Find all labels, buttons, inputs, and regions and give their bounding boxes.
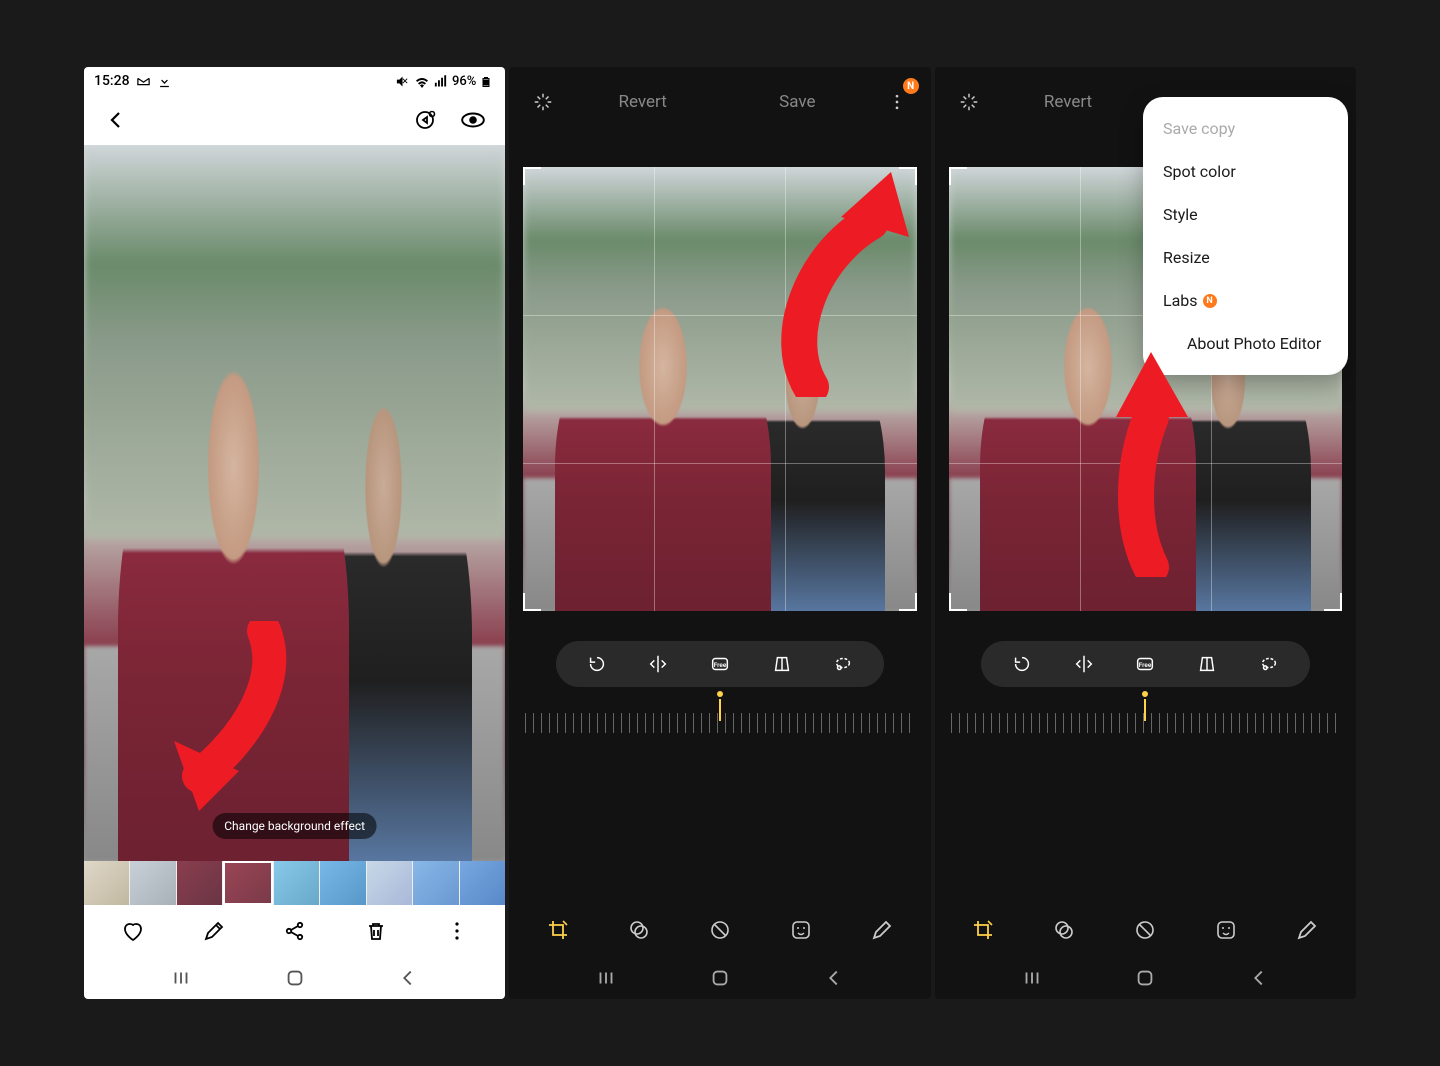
filters-tab[interactable] [623, 914, 655, 946]
status-bar: 15:28 96% [84, 67, 505, 95]
menu-about-label: About Photo Editor [1163, 334, 1321, 353]
aspect-ratio-tool[interactable]: Free [1130, 649, 1160, 679]
home-nav[interactable] [284, 967, 306, 989]
auto-enhance-button[interactable] [525, 84, 561, 120]
recents-nav[interactable] [1021, 967, 1043, 989]
revert-button[interactable]: Revert [569, 92, 716, 112]
status-time: 15:28 [94, 73, 130, 89]
stickers-tab[interactable] [1210, 914, 1242, 946]
editor-canvas[interactable] [523, 167, 916, 611]
lasso-tool[interactable] [828, 649, 858, 679]
thumbnail[interactable] [320, 861, 365, 905]
share-button[interactable] [277, 913, 313, 949]
thumbnail[interactable] [367, 861, 412, 905]
filters-tab[interactable] [1048, 914, 1080, 946]
wifi-icon [414, 74, 429, 89]
menu-labs[interactable]: Labs N [1143, 279, 1348, 322]
gallery-photo-area: Change background effect [84, 145, 505, 861]
background-effect-tooltip: Change background effect [212, 813, 377, 839]
rotation-ruler[interactable] [525, 699, 914, 733]
menu-about[interactable]: About Photo Editor [1143, 322, 1348, 365]
revert-button[interactable]: Revert [995, 92, 1142, 112]
auto-enhance-button[interactable] [951, 84, 987, 120]
battery-icon [480, 74, 495, 89]
menu-spot-color[interactable]: Spot color [1143, 150, 1348, 193]
crop-tool-pill: Free [556, 641, 885, 687]
rotate-tool[interactable] [1007, 649, 1037, 679]
home-nav[interactable] [709, 967, 731, 989]
thumbnail[interactable] [413, 861, 458, 905]
labs-new-badge: N [1203, 294, 1217, 308]
svg-text:Free: Free [714, 661, 727, 669]
crop-frame[interactable] [523, 167, 916, 611]
crop-tab[interactable] [967, 914, 999, 946]
mute-icon [395, 74, 410, 89]
adjust-tab[interactable] [704, 914, 736, 946]
panel-gallery: 15:28 96% [84, 67, 505, 999]
rotation-ruler[interactable] [951, 699, 1340, 733]
gmail-icon [136, 74, 151, 89]
flip-horizontal-tool[interactable] [1069, 649, 1099, 679]
lasso-tool[interactable] [1254, 649, 1284, 679]
back-nav[interactable] [397, 967, 419, 989]
editor-bottom-tabs [935, 903, 1356, 957]
details-button[interactable] [455, 102, 491, 138]
back-button[interactable] [98, 102, 134, 138]
panel-editor-menu: Revert Save copy Spot color Style Resize… [935, 67, 1356, 999]
save-button[interactable]: Save [724, 92, 871, 112]
thumbnail[interactable] [460, 861, 505, 905]
recents-nav[interactable] [595, 967, 617, 989]
menu-style[interactable]: Style [1143, 193, 1348, 236]
thumbnail[interactable] [84, 861, 129, 905]
home-nav[interactable] [1134, 967, 1156, 989]
stickers-tab[interactable] [785, 914, 817, 946]
draw-tab[interactable] [1291, 914, 1323, 946]
panel-editor: Revert Save N [509, 67, 930, 999]
editor-header: Revert Save N [509, 67, 930, 137]
favorite-button[interactable] [115, 913, 151, 949]
flip-horizontal-tool[interactable] [643, 649, 673, 679]
nav-bar [509, 957, 930, 999]
gallery-top-bar [84, 95, 505, 145]
more-button[interactable] [439, 913, 475, 949]
draw-tab[interactable] [866, 914, 898, 946]
back-nav[interactable] [823, 967, 845, 989]
new-badge: N [903, 78, 919, 94]
gallery-action-bar [84, 905, 505, 957]
recents-nav[interactable] [170, 967, 192, 989]
photo[interactable]: Change background effect [84, 145, 505, 861]
menu-resize[interactable]: Resize [1143, 236, 1348, 279]
thumbnail-strip[interactable] [84, 861, 505, 905]
edit-button[interactable] [196, 913, 232, 949]
editor-photo-area: Free [509, 137, 930, 903]
svg-text:Free: Free [1139, 661, 1152, 669]
menu-labs-label: Labs [1163, 291, 1198, 310]
nav-bar [935, 957, 1356, 999]
menu-save-copy: Save copy [1143, 107, 1348, 150]
rotate-tool[interactable] [582, 649, 612, 679]
thumbnail[interactable] [177, 861, 222, 905]
adjust-tab[interactable] [1129, 914, 1161, 946]
crop-tab[interactable] [542, 914, 574, 946]
editor-bottom-tabs [509, 903, 930, 957]
nav-bar [84, 957, 505, 999]
back-nav[interactable] [1248, 967, 1270, 989]
signal-icon [433, 74, 448, 89]
crop-tool-pill: Free [981, 641, 1310, 687]
perspective-tool[interactable] [767, 649, 797, 679]
download-icon [157, 74, 172, 89]
thumbnail[interactable] [130, 861, 175, 905]
more-options-menu: Save copy Spot color Style Resize Labs N… [1143, 97, 1348, 375]
thumbnail[interactable] [274, 861, 319, 905]
delete-button[interactable] [358, 913, 394, 949]
perspective-tool[interactable] [1192, 649, 1222, 679]
battery-percent: 96% [452, 74, 476, 89]
remaster-button[interactable] [407, 102, 443, 138]
thumbnail-current[interactable] [223, 861, 272, 905]
aspect-ratio-tool[interactable]: Free [705, 649, 735, 679]
